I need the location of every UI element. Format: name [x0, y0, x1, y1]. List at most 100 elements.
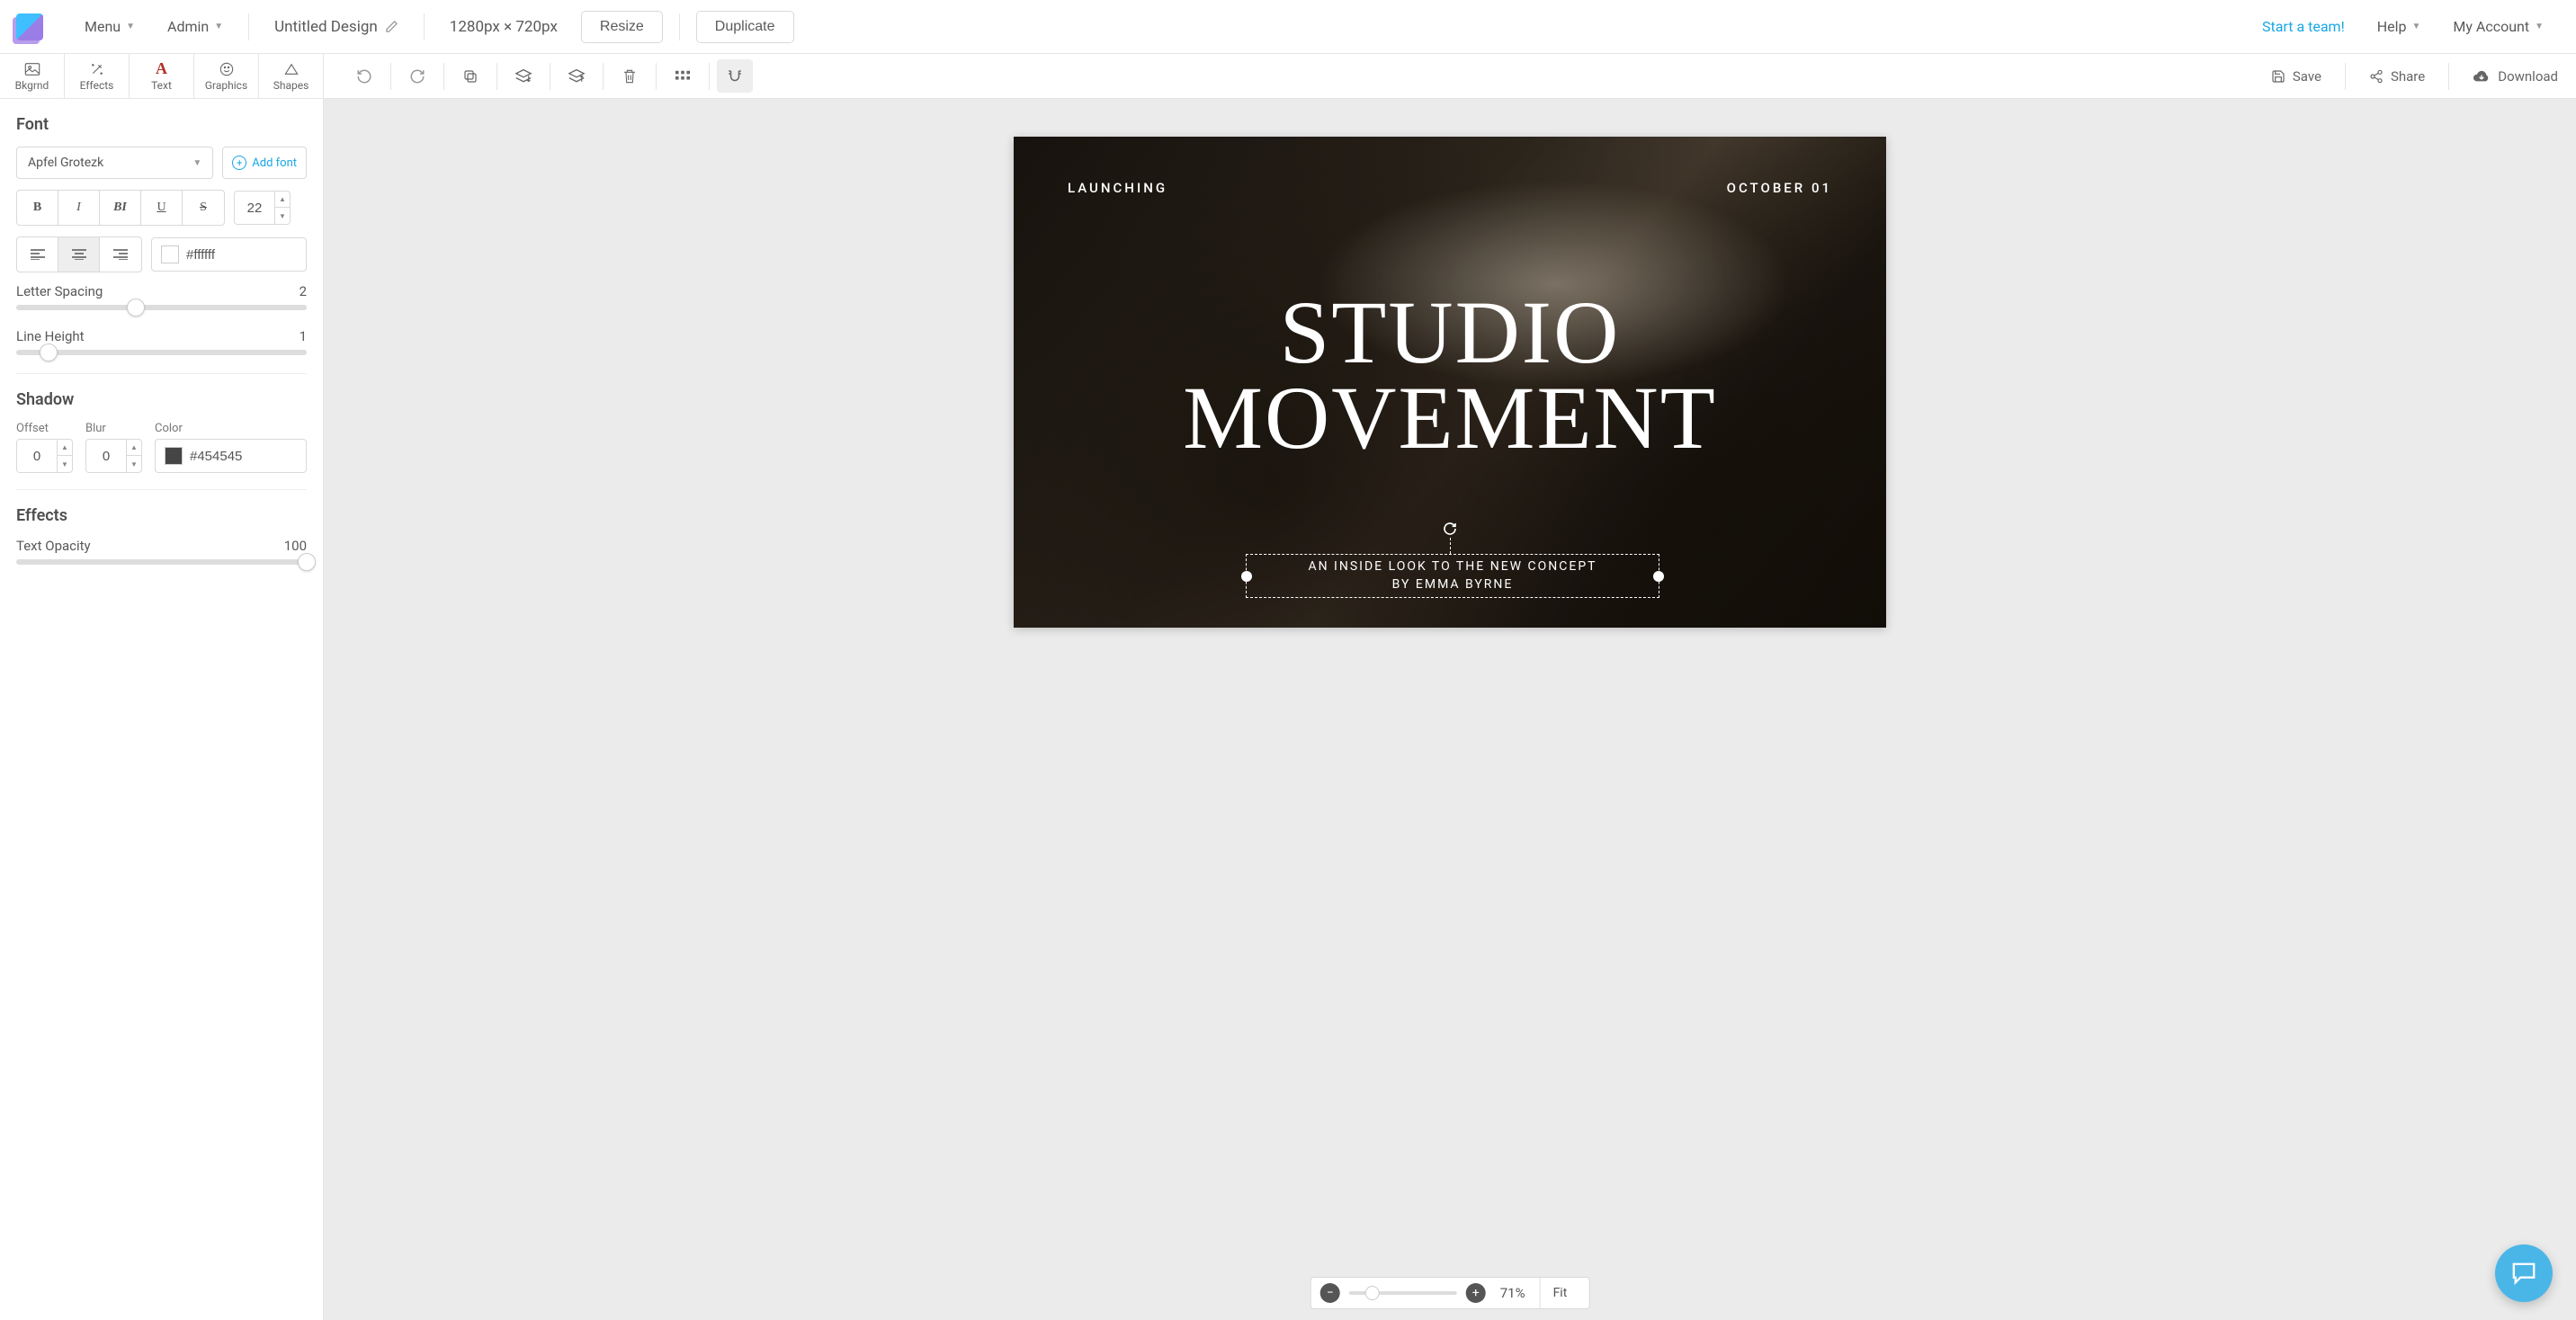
- zoom-slider[interactable]: [1349, 1291, 1457, 1295]
- grid-button[interactable]: [662, 54, 703, 98]
- toolbar: Bkgrnd Effects A Text Graphics Shapes Sav…: [0, 54, 2576, 99]
- text-opacity-slider[interactable]: [16, 559, 307, 565]
- text-align-group: [16, 236, 142, 272]
- undo-button[interactable]: [344, 54, 385, 98]
- artboard[interactable]: LAUNCHING OCTOBER 01 STUDIO MOVEMENT AN …: [1014, 137, 1886, 628]
- stepper-down-icon[interactable]: ▼: [58, 456, 72, 472]
- align-center-button[interactable]: [58, 237, 100, 272]
- text-color-input[interactable]: [151, 237, 307, 272]
- snap-button[interactable]: [717, 59, 753, 93]
- shadow-heading: Shadow: [16, 390, 307, 409]
- align-left-button[interactable]: [17, 237, 58, 272]
- rotate-icon: [1443, 522, 1457, 536]
- separator: [679, 13, 680, 40]
- underline-button[interactable]: U: [141, 191, 183, 225]
- separator: [496, 63, 497, 90]
- text-color-hex[interactable]: [186, 247, 249, 263]
- shadow-blur-input[interactable]: ▲▼: [85, 439, 142, 473]
- subtitle-line-1: AN INSIDE LOOK TO THE NEW CONCEPT: [1247, 558, 1659, 576]
- stepper-up-icon[interactable]: ▲: [275, 192, 290, 208]
- italic-button[interactable]: I: [58, 191, 100, 225]
- tool-tab-text[interactable]: A Text: [130, 54, 194, 98]
- divider: [16, 489, 307, 490]
- tool-tab-label: Effects: [80, 79, 114, 92]
- strikethrough-button[interactable]: S: [183, 191, 224, 225]
- download-label: Download: [2498, 68, 2558, 85]
- line-height-label: Line Height: [16, 328, 85, 344]
- smiley-icon: [219, 61, 234, 77]
- magic-wand-icon: [90, 61, 104, 77]
- resize-button[interactable]: Resize: [581, 11, 663, 43]
- tool-tab-effects[interactable]: Effects: [65, 54, 130, 98]
- bold-button[interactable]: B: [17, 191, 58, 225]
- top-left-text[interactable]: LAUNCHING: [1068, 180, 1167, 196]
- start-team-link[interactable]: Start a team!: [2246, 18, 2361, 35]
- add-font-label: Add font: [252, 156, 297, 170]
- design-title-input[interactable]: Untitled Design: [258, 18, 415, 36]
- tool-tab-label: Text: [151, 79, 172, 92]
- canvas-area[interactable]: LAUNCHING OCTOBER 01 STUDIO MOVEMENT AN …: [324, 99, 2576, 1320]
- help-dropdown[interactable]: Help▼: [2361, 18, 2437, 35]
- letter-spacing-value: 2: [300, 283, 307, 299]
- shadow-color-input[interactable]: [155, 439, 307, 473]
- zoom-in-button[interactable]: +: [1466, 1283, 1486, 1303]
- stepper-up-icon[interactable]: ▲: [127, 440, 141, 456]
- resize-handle-left[interactable]: [1241, 571, 1252, 582]
- shadow-offset-value[interactable]: [17, 440, 57, 472]
- text-style-group: B I BI U S: [16, 190, 225, 226]
- share-button[interactable]: Share: [2351, 54, 2443, 98]
- separator: [2345, 63, 2346, 90]
- caret-down-icon: ▼: [214, 22, 223, 31]
- stepper-down-icon[interactable]: ▼: [275, 208, 290, 224]
- zoom-fit-button[interactable]: Fit: [1540, 1278, 1580, 1308]
- account-dropdown[interactable]: My Account▼: [2437, 18, 2560, 35]
- font-family-select[interactable]: Apfel Grotezk ▼: [16, 147, 213, 179]
- align-right-button[interactable]: [100, 237, 141, 272]
- main-title[interactable]: STUDIO MOVEMENT: [1014, 290, 1886, 460]
- shadow-blur-value[interactable]: [86, 440, 126, 472]
- add-font-button[interactable]: Add font: [222, 147, 307, 179]
- resize-handle-right[interactable]: [1653, 571, 1664, 582]
- cloud-download-icon: [2473, 69, 2491, 84]
- redo-button[interactable]: [397, 54, 438, 98]
- tool-tab-background[interactable]: Bkgrnd: [0, 54, 65, 98]
- stepper-up-icon[interactable]: ▲: [58, 440, 72, 456]
- stepper-down-icon[interactable]: ▼: [127, 456, 141, 472]
- selected-text-element[interactable]: AN INSIDE LOOK TO THE NEW CONCEPT BY EMM…: [1246, 554, 1659, 598]
- download-button[interactable]: Download: [2455, 54, 2576, 98]
- text-icon: A: [156, 61, 167, 77]
- copy-button[interactable]: [450, 54, 491, 98]
- bold-italic-button[interactable]: BI: [100, 191, 141, 225]
- font-size-value[interactable]: [235, 192, 274, 224]
- line-height-slider[interactable]: [16, 350, 307, 355]
- shadow-color-hex[interactable]: [190, 449, 253, 464]
- menu-dropdown[interactable]: Menu▼: [68, 0, 151, 53]
- caret-down-icon: ▼: [192, 158, 201, 168]
- rotate-handle[interactable]: [1443, 522, 1457, 540]
- line-height-value: 1: [300, 328, 307, 344]
- subtitle-line-2: BY EMMA BYRNE: [1247, 576, 1659, 594]
- top-right-text[interactable]: OCTOBER 01: [1727, 180, 1832, 196]
- admin-dropdown[interactable]: Admin▼: [151, 0, 239, 53]
- bring-forward-button[interactable]: [556, 54, 597, 98]
- app-logo[interactable]: [16, 13, 43, 40]
- letter-spacing-slider[interactable]: [16, 305, 307, 310]
- tool-tab-shapes[interactable]: Shapes: [259, 54, 324, 98]
- shadow-offset-input[interactable]: ▲▼: [16, 439, 73, 473]
- delete-button[interactable]: [609, 54, 650, 98]
- zoom-out-button[interactable]: −: [1320, 1283, 1340, 1303]
- chat-button[interactable]: [2495, 1244, 2553, 1302]
- save-icon: [2271, 69, 2285, 84]
- tool-tab-graphics[interactable]: Graphics: [194, 54, 259, 98]
- zoom-bar: − + 71% Fit: [1310, 1277, 1590, 1309]
- send-backward-button[interactable]: [503, 54, 544, 98]
- top-bar: Menu▼ Admin▼ Untitled Design 1280px × 72…: [0, 0, 2576, 54]
- font-size-input[interactable]: ▲▼: [234, 191, 291, 225]
- header-text-row: LAUNCHING OCTOBER 01: [1068, 180, 1832, 196]
- account-label: My Account: [2453, 18, 2529, 35]
- duplicate-button[interactable]: Duplicate: [696, 11, 794, 43]
- save-label: Save: [2293, 68, 2321, 85]
- color-swatch: [161, 245, 179, 263]
- save-button[interactable]: Save: [2253, 54, 2339, 98]
- tool-tab-label: Graphics: [205, 79, 247, 92]
